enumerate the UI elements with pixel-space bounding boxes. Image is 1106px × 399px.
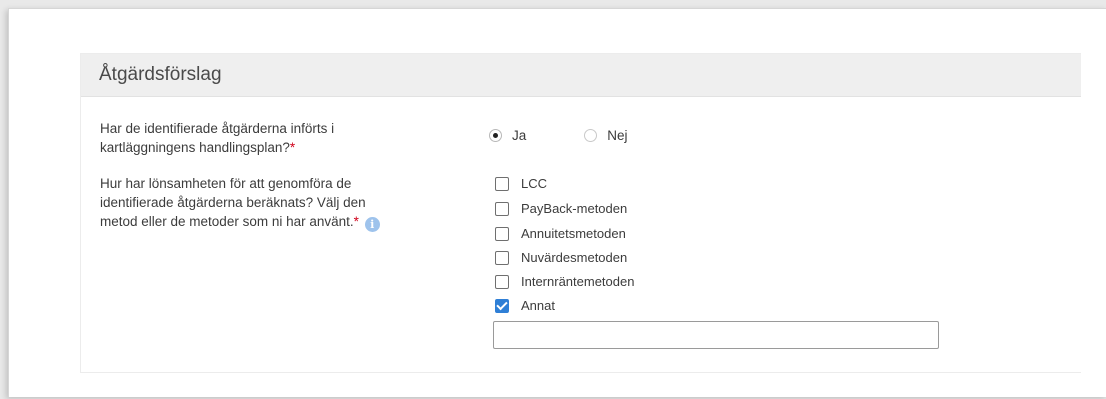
radio-nej-label: Nej <box>607 128 628 143</box>
checkbox-option-nuvarde[interactable]: Nuvärdesmetoden <box>495 250 627 265</box>
question-profitability-line2: identifierade åtgärderna beräknats? Välj… <box>100 195 366 210</box>
required-marker: * <box>289 140 296 155</box>
checkbox-payback[interactable] <box>495 201 509 216</box>
question-profitability-line3: metod eller de metoder som ni har använt… <box>100 214 354 229</box>
question-profitability-line1: Hur har lönsamheten för att genomföra de <box>100 176 352 191</box>
required-marker: * <box>353 214 359 229</box>
checkbox-option-annat[interactable]: Annat <box>495 298 555 313</box>
checkbox-option-lcc[interactable]: LCC <box>495 176 547 191</box>
checkbox-annuitet-label: Annuitetsmetoden <box>521 226 626 241</box>
question-implemented-label: Har de identifierade åtgärderna införts … <box>100 119 334 157</box>
question-implemented-line2: kartläggningens handlingsplan? <box>100 140 290 155</box>
checkbox-annat-label: Annat <box>521 298 555 313</box>
checkbox-option-annuitet[interactable]: Annuitetsmetoden <box>495 226 626 241</box>
section-title: Åtgärdsförslag <box>81 54 1081 97</box>
radio-option-nej[interactable]: Nej <box>584 128 628 143</box>
checkbox-option-internranta[interactable]: Internräntemetoden <box>495 274 634 289</box>
info-icon[interactable]: i <box>364 217 380 232</box>
measures-section: Åtgärdsförslag Har de identifierade åtgä… <box>80 53 1081 373</box>
checkbox-lcc[interactable] <box>495 176 509 191</box>
checkbox-internranta[interactable] <box>495 274 509 289</box>
checkbox-nuvarde[interactable] <box>495 250 509 265</box>
checkbox-option-payback[interactable]: PayBack-metoden <box>495 201 627 216</box>
radio-option-ja[interactable]: Ja <box>489 128 526 143</box>
question-implemented-line1: Har de identifierade åtgärderna införts … <box>100 121 335 136</box>
checkbox-nuvarde-label: Nuvärdesmetoden <box>521 250 628 265</box>
radio-ja[interactable] <box>489 129 502 142</box>
checkbox-payback-label: PayBack-metoden <box>521 201 628 216</box>
checkbox-annat[interactable] <box>495 298 509 313</box>
checkbox-lcc-label: LCC <box>521 176 548 191</box>
implemented-radio-group: Ja Nej <box>489 128 628 143</box>
radio-nej[interactable] <box>584 129 598 142</box>
checkbox-internranta-label: Internräntemetoden <box>521 274 635 289</box>
radio-ja-label: Ja <box>512 128 527 143</box>
question-profitability-label: Hur har lönsamheten för att genomföra de… <box>100 174 380 232</box>
page-frame: Åtgärdsförslag Har de identifierade åtgä… <box>8 8 1106 397</box>
other-method-input[interactable] <box>493 321 939 349</box>
checkbox-annuitet[interactable] <box>495 226 509 241</box>
